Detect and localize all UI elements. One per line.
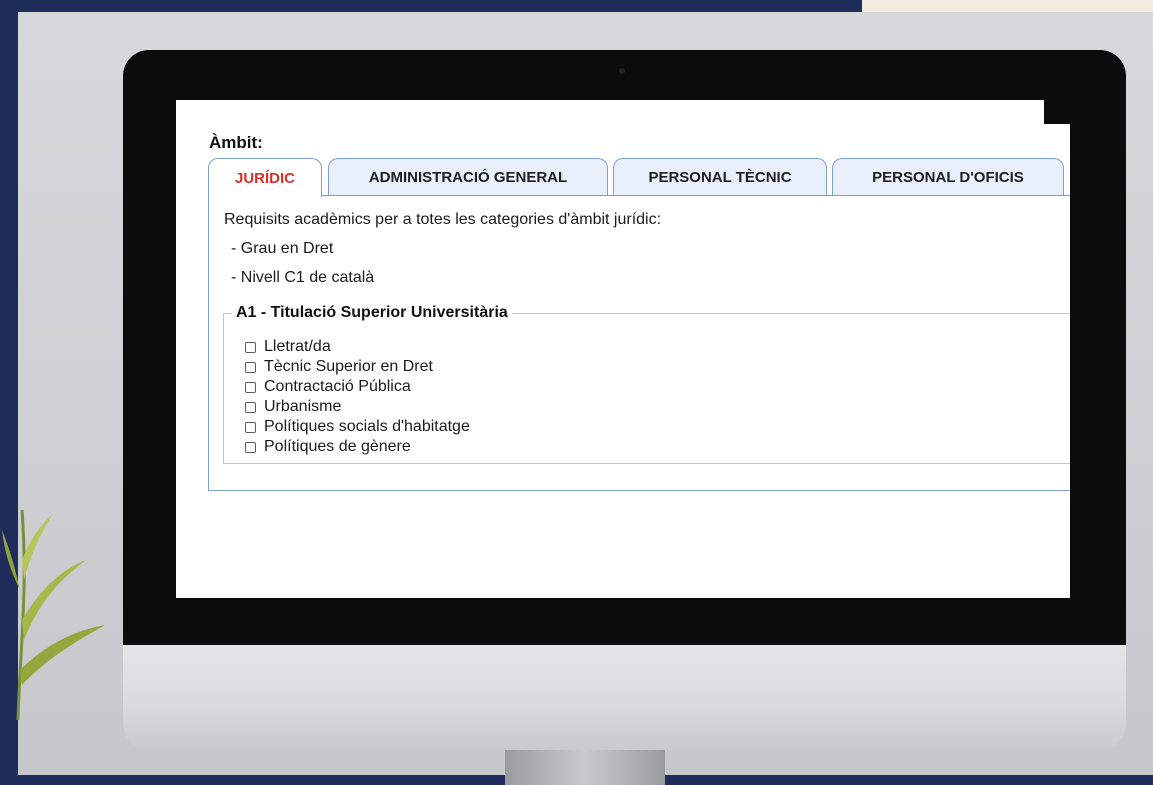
option-urbanisme[interactable]: Urbanisme [245, 398, 341, 416]
tab-juridic[interactable]: JURÍDIC [208, 158, 322, 197]
tab-label: JURÍDIC [234, 169, 295, 187]
checkbox[interactable] [245, 421, 256, 433]
tab-administracio-general[interactable]: ADMINISTRACIÓ GENERAL [328, 158, 608, 195]
option-politiques-habitatge[interactable]: Polítiques socials d'habitatge [245, 418, 470, 436]
option-label: Polítiques socials d'habitatge [264, 418, 470, 435]
option-label: Polítiques de gènere [264, 438, 411, 455]
option-label: Contractació Pública [264, 378, 411, 395]
camera-icon [619, 68, 625, 74]
tab-personal-tecnic[interactable]: PERSONAL TÈCNIC [613, 158, 827, 195]
background-corner [862, 0, 1153, 12]
option-label: Tècnic Superior en Dret [264, 358, 433, 375]
requirements-intro: Requisits acadèmics per a totes les cate… [224, 211, 662, 228]
option-label: Lletrat/da [264, 338, 331, 355]
option-contractacio-publica[interactable]: Contractació Pública [245, 378, 411, 396]
tab-label: PERSONAL D'OFICIS [872, 168, 1024, 186]
monitor-stand [505, 745, 665, 785]
tab-label: PERSONAL TÈCNIC [648, 168, 792, 186]
requirement-item: - Grau en Dret [231, 240, 334, 257]
monitor-chin [123, 640, 1126, 750]
tab-panel-juridic: Requisits acadèmics per a totes les cate… [208, 195, 1070, 491]
monitor-screen: Àmbit: JURÍDIC ADMINISTRACIÓ GENERAL PER… [176, 100, 1070, 598]
checkbox[interactable] [245, 361, 256, 373]
option-tecnic-superior-dret[interactable]: Tècnic Superior en Dret [245, 358, 433, 376]
checkbox[interactable] [245, 341, 256, 353]
checkbox[interactable] [245, 441, 256, 453]
checkbox[interactable] [245, 401, 256, 413]
tab-label: ADMINISTRACIÓ GENERAL [368, 168, 568, 186]
checkbox[interactable] [245, 381, 256, 393]
group-legend: A1 - Titulació Superior Universitària [236, 304, 508, 321]
plant-decoration [2, 509, 105, 721]
screen-edge [1044, 100, 1070, 124]
requirement-item: - Nivell C1 de català [231, 269, 375, 286]
option-lletrat[interactable]: Lletrat/da [245, 338, 331, 356]
tab-personal-oficis[interactable]: PERSONAL D'OFICIS [832, 158, 1064, 195]
option-politiques-genere[interactable]: Polítiques de gènere [245, 438, 411, 456]
ambit-label: Àmbit: [209, 133, 263, 152]
option-label: Urbanisme [264, 398, 342, 415]
